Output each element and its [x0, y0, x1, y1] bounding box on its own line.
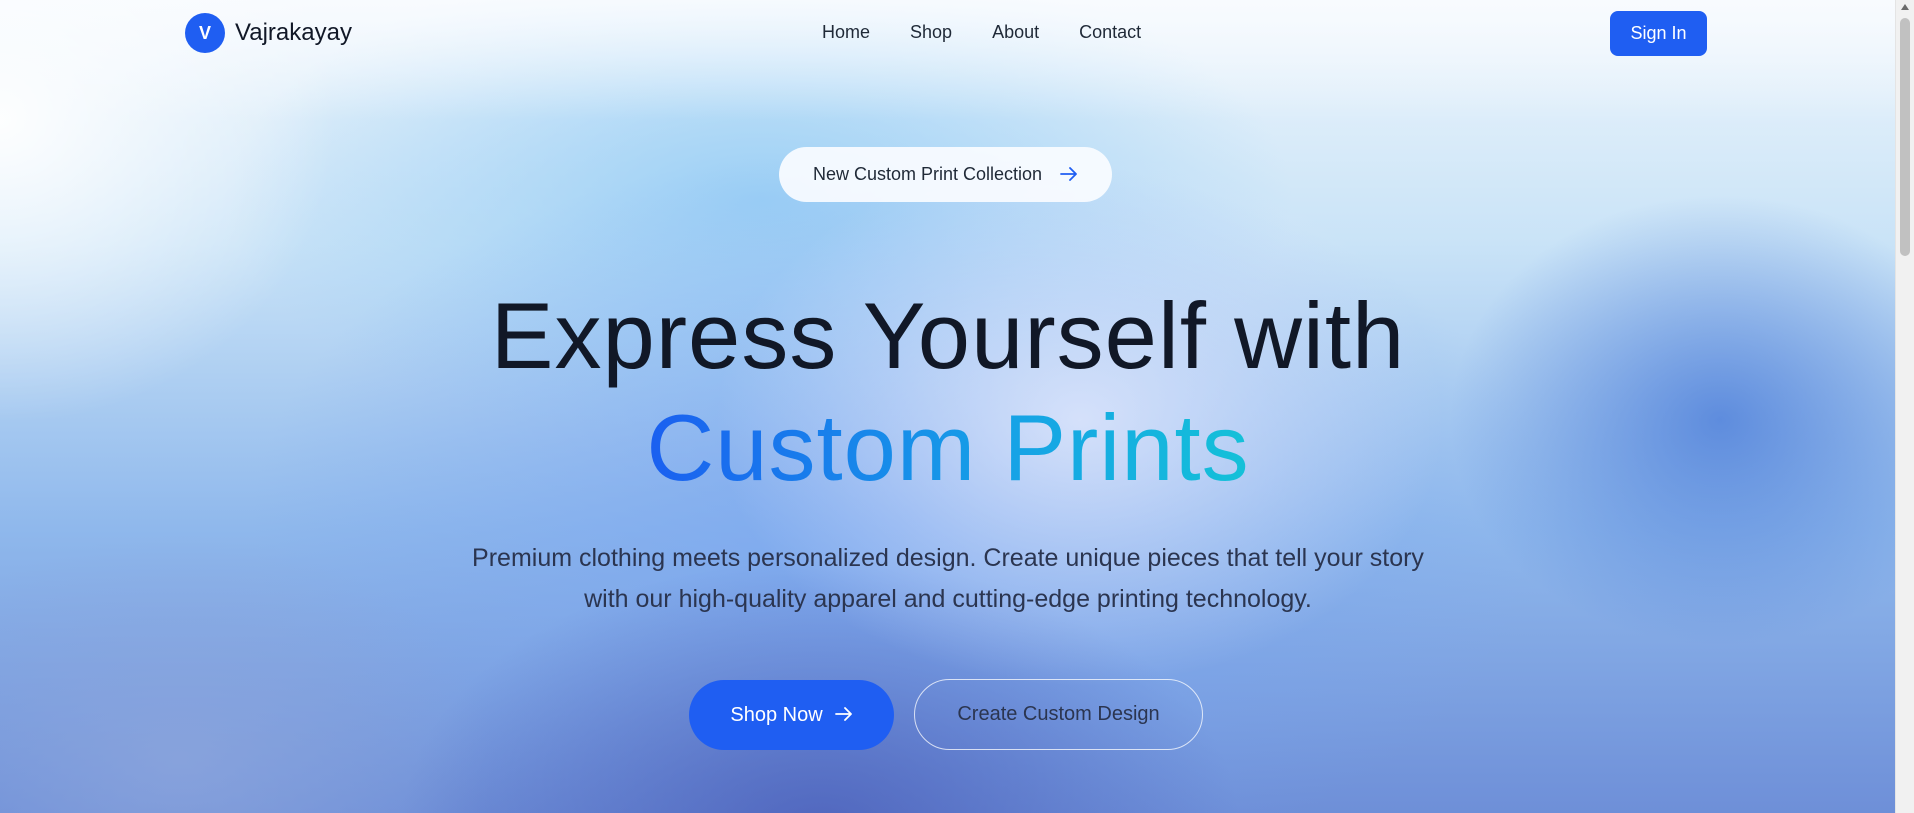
page-scrollbar[interactable]: [1895, 0, 1914, 813]
sign-in-button[interactable]: Sign In: [1610, 11, 1707, 56]
site-header: V Vajrakayay Home Shop About Contact Sig…: [0, 0, 1896, 68]
collection-badge-link[interactable]: New Custom Print Collection: [779, 147, 1112, 202]
shop-now-button[interactable]: Shop Now: [689, 680, 894, 750]
nav-link-shop[interactable]: Shop: [910, 22, 952, 43]
scroll-up-arrow-icon[interactable]: [1901, 4, 1909, 10]
shop-now-label: Shop Now: [730, 703, 823, 726]
create-custom-design-button[interactable]: Create Custom Design: [914, 679, 1203, 750]
arrow-right-icon: [1060, 165, 1078, 185]
hero-headline: Express Yourself with: [490, 283, 1406, 388]
main-nav: Home Shop About Contact: [822, 22, 1141, 43]
brand-name: Vajrakayay: [235, 19, 352, 46]
nav-link-contact[interactable]: Contact: [1079, 22, 1141, 43]
arrow-right-icon: [834, 704, 853, 727]
scrollbar-thumb[interactable]: [1900, 18, 1910, 256]
page: V Vajrakayay Home Shop About Contact Sig…: [0, 0, 1914, 813]
hero-headline-accent: Custom Prints: [0, 392, 1896, 504]
badge-label: New Custom Print Collection: [812, 164, 1043, 184]
nav-link-home[interactable]: Home: [822, 22, 870, 43]
hero-description: Premium clothing meets personalized desi…: [472, 544, 1424, 613]
brand-logo-icon: V: [185, 13, 225, 53]
nav-link-about[interactable]: About: [992, 22, 1039, 43]
hero-headline-accent-text: Custom Prints: [646, 395, 1250, 500]
brand-logo-link[interactable]: V Vajrakayay: [185, 13, 352, 53]
